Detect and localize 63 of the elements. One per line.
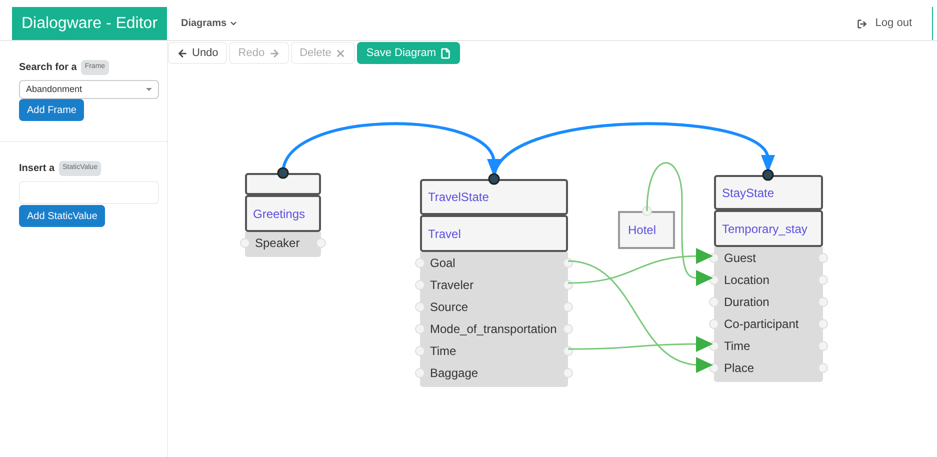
port[interactable]: [818, 319, 828, 329]
add-value-button[interactable]: Add StaticValue: [19, 205, 106, 227]
slot-label: Source: [429, 299, 468, 316]
port[interactable]: [415, 280, 425, 290]
port[interactable]: [415, 302, 425, 312]
slot-label: Duration: [723, 294, 770, 311]
port[interactable]: [818, 363, 828, 373]
slot-label: Place: [723, 360, 754, 377]
port[interactable]: [709, 363, 719, 373]
port[interactable]: [563, 368, 573, 378]
port[interactable]: [709, 319, 719, 329]
port[interactable]: [415, 324, 425, 334]
caret-icon: [146, 88, 152, 91]
search-label: Search for a: [19, 61, 77, 75]
port[interactable]: [818, 253, 828, 263]
slot-label: Location: [723, 272, 770, 289]
port[interactable]: [818, 341, 828, 351]
slot-label: Mode_of_transportation: [429, 321, 557, 338]
caret-icon: [228, 19, 238, 28]
arrow-left-icon: [177, 48, 188, 58]
port[interactable]: [818, 275, 828, 285]
slot-label: Traveler: [429, 277, 474, 294]
brand-bar[interactable]: Dialogware - Editor: [12, 7, 167, 40]
diagrams-menu[interactable]: Diagrams: [181, 7, 238, 40]
port[interactable]: [415, 368, 425, 378]
state-box[interactable]: [245, 173, 321, 195]
slot-label: Goal: [429, 255, 456, 272]
port[interactable]: [563, 302, 573, 312]
port[interactable]: [240, 238, 250, 248]
port[interactable]: [563, 280, 573, 290]
port[interactable]: [316, 238, 326, 248]
port[interactable]: [415, 258, 425, 268]
frame-box[interactable]: Greetings: [245, 195, 321, 232]
slot-label: Co-participant: [723, 316, 799, 333]
close-icon: [335, 48, 346, 58]
slot-label: Time: [429, 343, 456, 360]
slot-label: Speaker: [254, 235, 300, 252]
state-box[interactable]: StayState: [714, 175, 823, 210]
port[interactable]: [709, 253, 719, 263]
value-input[interactable]: [19, 181, 159, 204]
port[interactable]: [415, 346, 425, 356]
add-frame-button[interactable]: Add Frame: [19, 99, 84, 121]
toolbar-button[interactable]: Save Diagram: [357, 42, 460, 64]
port[interactable]: [563, 324, 573, 334]
logout-icon: [857, 18, 868, 28]
frame-box[interactable]: Temporary_stay: [714, 210, 823, 247]
port[interactable]: [709, 341, 719, 351]
port[interactable]: [818, 297, 828, 307]
frame-box[interactable]: Travel: [420, 215, 568, 252]
logout-link[interactable]: Log out: [857, 7, 912, 40]
port[interactable]: [709, 297, 719, 307]
toolbar-button[interactable]: Undo: [168, 42, 228, 64]
state-box[interactable]: TravelState: [420, 179, 568, 215]
slot-label: Guest: [723, 250, 756, 267]
value-node[interactable]: Hotel: [618, 211, 675, 249]
slot-label: Time: [723, 338, 750, 355]
slot-label: Baggage: [429, 365, 478, 382]
port[interactable]: [563, 258, 573, 268]
file-icon: [440, 48, 452, 58]
port[interactable]: [709, 275, 719, 285]
port[interactable]: [563, 346, 573, 356]
arrow-right-icon: [268, 48, 280, 58]
insert-label: Insert a: [19, 162, 55, 176]
